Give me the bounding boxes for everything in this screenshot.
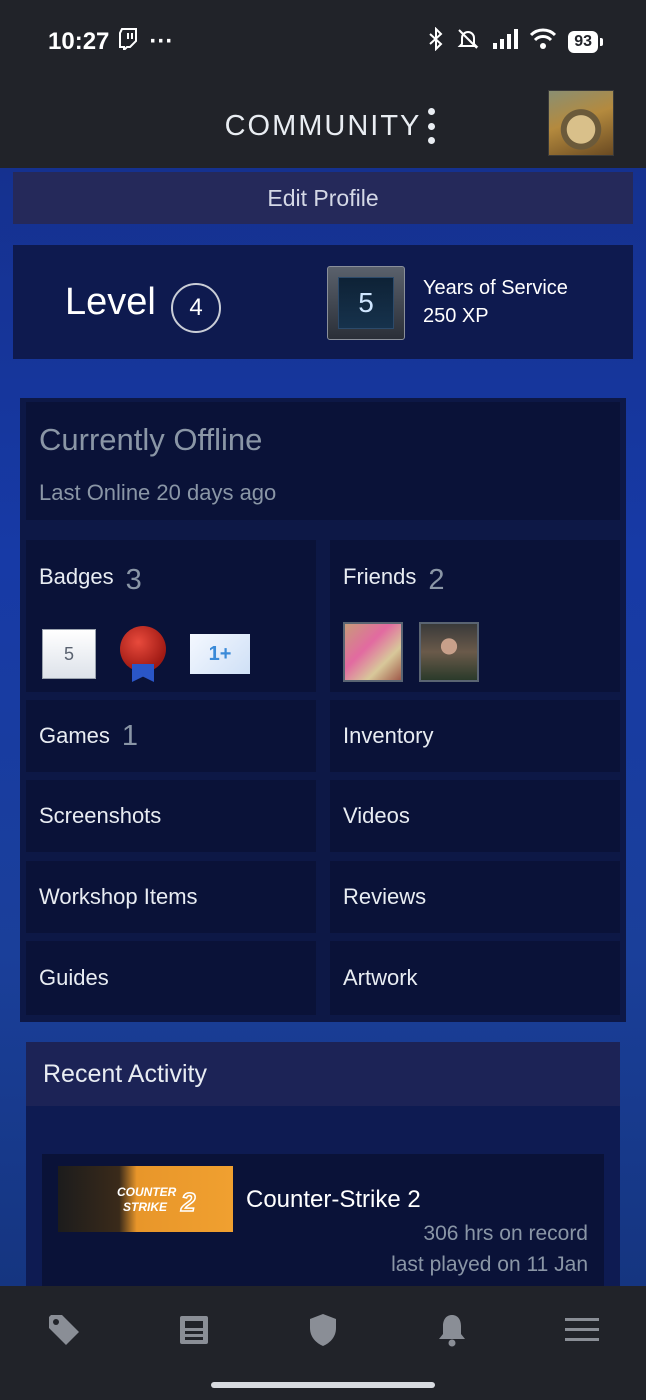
- games-count: 1: [121, 719, 139, 752]
- guides-label: Guides: [39, 965, 109, 990]
- artwork-label: Artwork: [343, 965, 418, 990]
- online-status-card: Currently Offline Last Online 20 days ag…: [26, 402, 620, 520]
- status-left: 10:27 ···: [48, 27, 174, 57]
- games-tile[interactable]: Games 1: [26, 700, 316, 772]
- level-panel: Level 4 5 Years of Service 250 XP: [13, 245, 633, 359]
- game-hours: 306 hrs on record: [423, 1222, 588, 1245]
- screenshots-label: Screenshots: [39, 803, 162, 828]
- page-title: COMMUNITY: [224, 109, 422, 142]
- top-bar: COMMUNITY: [0, 84, 646, 168]
- status-time: 10:27: [48, 28, 110, 55]
- last-online-text: Last Online 20 days ago: [39, 480, 277, 505]
- online-status-title: Currently Offline: [39, 422, 263, 457]
- twitch-icon: [119, 27, 139, 57]
- mute-icon: [456, 27, 480, 58]
- svg-text:COUNTER: COUNTER: [117, 1185, 177, 1199]
- friends-label: Friends: [343, 564, 417, 589]
- edit-profile-button[interactable]: Edit Profile: [13, 172, 633, 224]
- badge-1plus[interactable]: 1+: [190, 634, 250, 674]
- bluetooth-icon: [428, 26, 444, 58]
- badge-seal-icon[interactable]: [118, 626, 168, 682]
- artwork-tile[interactable]: Artwork: [330, 941, 620, 1015]
- inventory-tile[interactable]: Inventory: [330, 700, 620, 772]
- workshop-items-label: Workshop Items: [39, 884, 198, 909]
- bell-icon[interactable]: [434, 1312, 470, 1348]
- friends-tile[interactable]: Friends 2: [330, 540, 620, 692]
- shield-icon[interactable]: [305, 1312, 341, 1348]
- inventory-label: Inventory: [343, 723, 434, 748]
- news-icon[interactable]: [176, 1312, 212, 1348]
- reviews-tile[interactable]: Reviews: [330, 861, 620, 933]
- videos-label: Videos: [343, 803, 410, 828]
- svg-text:2: 2: [180, 1187, 196, 1217]
- game-last-played: last played on 11 Jan: [391, 1253, 588, 1276]
- games-label: Games: [39, 723, 110, 748]
- game-name[interactable]: Counter-Strike 2: [246, 1186, 421, 1214]
- profile-content: Edit Profile Level 4 5 Years of Service …: [0, 168, 646, 1286]
- status-bar: 10:27 ··· 93: [0, 0, 646, 84]
- friend-avatar[interactable]: [419, 622, 479, 682]
- badges-label: Badges: [39, 564, 114, 589]
- profile-main-panel: Currently Offline Last Online 20 days ag…: [20, 398, 626, 1022]
- home-indicator[interactable]: [211, 1382, 435, 1388]
- more-dots: ···: [149, 28, 174, 55]
- level-label: Level: [65, 281, 156, 323]
- bottom-nav: [0, 1286, 646, 1400]
- game-capsule-image[interactable]: COUNTER STRIKE 2: [58, 1166, 233, 1232]
- years-badge-number: 5: [338, 277, 394, 329]
- badge-years-of-service[interactable]: 5: [42, 629, 96, 679]
- workshop-items-tile[interactable]: Workshop Items: [26, 861, 316, 933]
- guides-tile[interactable]: Guides: [26, 941, 316, 1015]
- badges-count: 3: [125, 564, 142, 596]
- tag-icon[interactable]: [46, 1312, 82, 1348]
- years-of-service-xp: 250 XP: [423, 305, 489, 327]
- years-of-service-title: Years of Service: [423, 277, 568, 299]
- friend-avatar[interactable]: [343, 622, 403, 682]
- recent-activity-panel: Recent Activity COUNTER STRIKE 2 Counter…: [26, 1042, 620, 1286]
- screenshots-tile[interactable]: Screenshots: [26, 780, 316, 852]
- more-options-icon[interactable]: [424, 108, 438, 144]
- badges-tile[interactable]: Badges 3 5 1+: [26, 540, 316, 692]
- svg-text:STRIKE: STRIKE: [123, 1200, 168, 1214]
- signal-icon: [492, 28, 519, 57]
- recent-activity-header: Recent Activity: [26, 1042, 620, 1106]
- friend-list: [343, 622, 479, 682]
- videos-tile[interactable]: Videos: [330, 780, 620, 852]
- years-of-service-badge: 5: [327, 266, 405, 340]
- level-value: 4: [171, 283, 221, 333]
- battery-indicator: 93: [568, 31, 603, 53]
- status-right: 93: [428, 26, 603, 58]
- friends-count: 2: [428, 564, 445, 596]
- recent-game-card[interactable]: COUNTER STRIKE 2 Counter-Strike 2 306 hr…: [42, 1154, 604, 1286]
- menu-icon[interactable]: [564, 1312, 600, 1348]
- cs2-logo-icon: COUNTER STRIKE 2: [117, 1185, 197, 1217]
- reviews-label: Reviews: [343, 884, 427, 909]
- avatar[interactable]: [548, 90, 614, 156]
- badge-list: 5 1+: [42, 626, 250, 682]
- wifi-icon: [530, 28, 557, 57]
